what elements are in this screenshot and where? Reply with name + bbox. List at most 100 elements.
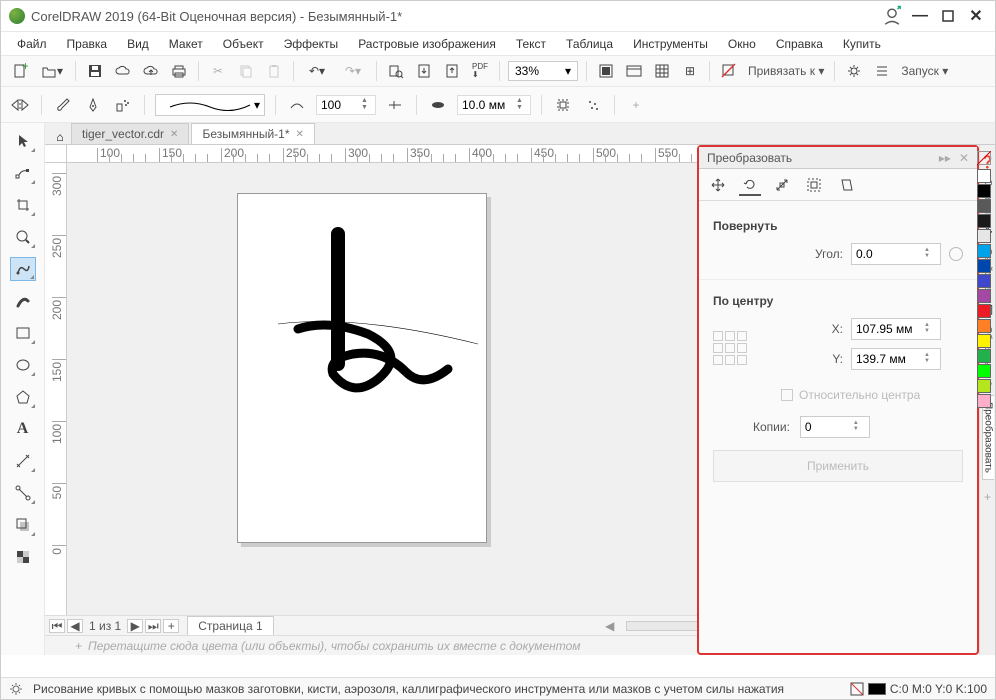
close-tab-icon[interactable]: ✕ — [170, 129, 178, 140]
skew-tab-icon[interactable] — [835, 174, 857, 196]
color-swatch[interactable] — [977, 274, 991, 288]
ellipse-tool-icon[interactable] — [10, 353, 36, 377]
polygon-tool-icon[interactable] — [10, 385, 36, 409]
color-swatch[interactable] — [977, 184, 991, 198]
save-icon[interactable] — [84, 60, 106, 82]
page-add-icon[interactable]: + — [163, 619, 179, 633]
page-first-icon[interactable]: ⏮ — [49, 619, 65, 633]
freehand-tool-icon[interactable] — [10, 257, 36, 281]
stroke-width-field[interactable]: ▲▼ — [457, 95, 531, 115]
close-tab-icon[interactable]: ✕ — [296, 129, 304, 140]
ruler-origin[interactable] — [45, 145, 67, 163]
menu-bitmap[interactable]: Растровые изображения — [350, 35, 504, 53]
page-canvas[interactable] — [237, 193, 487, 543]
menu-edit[interactable]: Правка — [59, 35, 116, 53]
direction-toggle-icon[interactable] — [949, 247, 963, 261]
artistic-media-icon[interactable] — [10, 289, 36, 313]
doc-tab-1[interactable]: tiger_vector.cdr✕ — [71, 123, 189, 144]
crop-tool-icon[interactable] — [10, 193, 36, 217]
status-fill-swatch[interactable] — [868, 683, 886, 695]
text-tool-icon[interactable]: A — [10, 417, 36, 441]
snap-off-icon[interactable] — [718, 60, 740, 82]
anchor-grid[interactable] — [713, 331, 747, 365]
position-tab-icon[interactable] — [707, 174, 729, 196]
menu-table[interactable]: Таблица — [558, 35, 621, 53]
page-next-icon[interactable]: ▶ — [127, 619, 143, 633]
page-tab[interactable]: Страница 1 — [187, 616, 273, 636]
docker-collapse-icon[interactable]: ▸▸ — [939, 151, 951, 165]
guides-icon[interactable]: ⊞ — [679, 60, 701, 82]
menu-layout[interactable]: Макет — [161, 35, 211, 53]
find-icon[interactable] — [385, 60, 407, 82]
menu-effects[interactable]: Эффекты — [276, 35, 347, 53]
user-login-icon[interactable] — [881, 5, 903, 27]
angle-field[interactable]: 0.0▲▼ — [851, 243, 941, 265]
page-last-icon[interactable]: ⏭ — [145, 619, 161, 633]
stroke-width-input[interactable] — [462, 98, 512, 112]
scatter-icon[interactable] — [582, 94, 604, 116]
smoothing-field[interactable]: ▲▼ — [316, 95, 376, 115]
ruler-vertical[interactable]: 300250200150100500 — [45, 163, 67, 655]
fullscreen-icon[interactable] — [595, 60, 617, 82]
parallel-dim-icon[interactable] — [10, 449, 36, 473]
scale-tab-icon[interactable] — [771, 174, 793, 196]
add-preset-icon[interactable]: + — [625, 94, 647, 116]
dropshadow-tool-icon[interactable] — [10, 513, 36, 537]
paste-icon[interactable] — [263, 60, 285, 82]
import-icon[interactable] — [413, 60, 435, 82]
home-tab-icon[interactable]: ⌂ — [51, 130, 69, 144]
menu-tools[interactable]: Инструменты — [625, 35, 716, 53]
mirror-h-icon[interactable] — [9, 94, 31, 116]
options-gear-icon[interactable] — [843, 60, 865, 82]
y-field[interactable]: 139.7 мм▲▼ — [851, 348, 941, 370]
color-swatch[interactable] — [977, 379, 991, 393]
menu-object[interactable]: Объект — [215, 35, 272, 53]
redo-icon[interactable]: ↷▾ — [338, 60, 368, 82]
size-tab-icon[interactable] — [803, 174, 825, 196]
cloud-open-icon[interactable] — [140, 60, 162, 82]
copy-icon[interactable] — [235, 60, 257, 82]
launch-label[interactable]: Запуск ▾ — [899, 64, 950, 78]
bounding-icon[interactable] — [552, 94, 574, 116]
color-swatch[interactable] — [977, 244, 991, 258]
zoom-tool-icon[interactable] — [10, 225, 36, 249]
color-swatch[interactable] — [977, 394, 991, 408]
color-swatch[interactable] — [977, 229, 991, 243]
new-doc-icon[interactable]: + — [9, 60, 31, 82]
rotate-tab-icon[interactable] — [739, 174, 761, 196]
x-field[interactable]: 107.95 мм▲▼ — [851, 318, 941, 340]
pen-icon[interactable] — [82, 94, 104, 116]
menu-view[interactable]: Вид — [119, 35, 157, 53]
shape-tool-icon[interactable] — [10, 161, 36, 185]
brush-stroke-preview[interactable]: ▾ — [155, 94, 265, 116]
spray-icon[interactable] — [112, 94, 134, 116]
cut-icon[interactable]: ✂ — [207, 60, 229, 82]
preview-icon[interactable] — [623, 60, 645, 82]
color-swatch[interactable] — [977, 289, 991, 303]
color-swatch[interactable] — [977, 199, 991, 213]
menu-help[interactable]: Справка — [768, 35, 831, 53]
cloud-save-icon[interactable] — [112, 60, 134, 82]
brush-preset-icon[interactable] — [52, 94, 74, 116]
grid-icon[interactable] — [651, 60, 673, 82]
color-swatch[interactable] — [977, 364, 991, 378]
color-swatch[interactable] — [977, 259, 991, 273]
docker-title-bar[interactable]: Преобразовать ▸▸✕ — [699, 147, 977, 169]
maximize-button[interactable] — [937, 5, 959, 27]
color-swatch[interactable] — [977, 319, 991, 333]
status-gear-icon[interactable] — [9, 682, 23, 696]
width-toggle-icon[interactable] — [384, 94, 406, 116]
doc-tab-2[interactable]: Безымянный-1*✕ — [191, 123, 314, 144]
color-swatch[interactable] — [977, 169, 991, 183]
apply-button[interactable]: Применить — [713, 450, 963, 482]
smoothing-input[interactable] — [321, 98, 357, 112]
zoom-level-select[interactable]: 33%▾ — [508, 61, 578, 81]
open-icon[interactable]: ▾ — [37, 60, 67, 82]
relative-checkbox[interactable]: Относительно центра — [781, 388, 963, 402]
launch-list-icon[interactable] — [871, 60, 893, 82]
transparency-tool-icon[interactable] — [10, 545, 36, 569]
pdf-icon[interactable]: PDF⬇ — [469, 60, 491, 82]
docker-close-icon[interactable]: ✕ — [959, 151, 969, 165]
menu-text[interactable]: Текст — [508, 35, 554, 53]
rectangle-tool-icon[interactable] — [10, 321, 36, 345]
